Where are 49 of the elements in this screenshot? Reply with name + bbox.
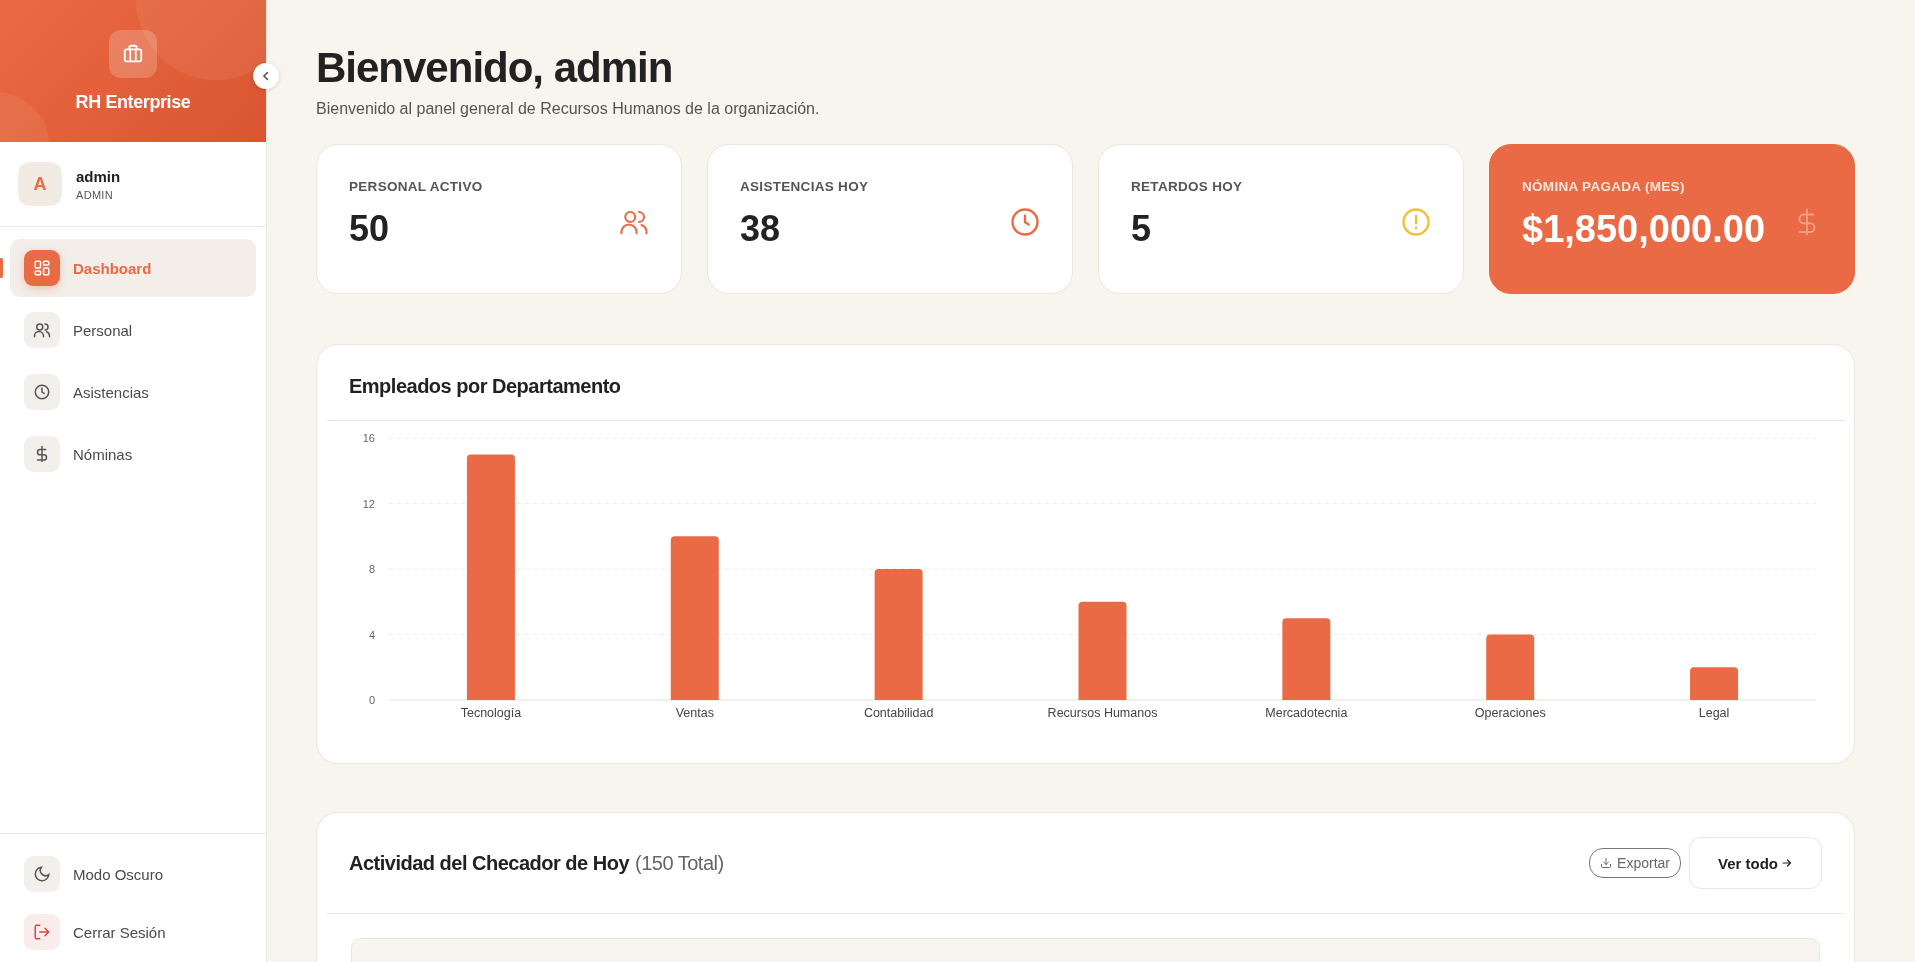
y-axis-label: 16 [362,432,375,444]
logout-icon [33,923,51,941]
activity-title: Actividad del Checador de Hoy [349,851,629,875]
sidebar-action[interactable]: Modo Oscuro [24,856,242,892]
user-role: ADMIN [76,188,114,201]
page-title: Bienvenido, admin [316,44,674,92]
chevron-left-icon [261,71,271,81]
y-axis-label: 12 [362,497,375,510]
view-all-button[interactable]: Ver todo [1689,837,1822,889]
stat-value: 50 [349,208,391,250]
y-axis-label: 0 [368,694,375,706]
user-name: admin [76,167,121,185]
page-subtitle: Bienvenido al panel general de Recursos Humanos de la organización. [316,100,821,118]
nav-item[interactable]: Asistencias [10,363,256,421]
x-axis-label: Legal [1698,706,1730,720]
stat-value: 5 [1131,208,1153,250]
brand-name: RH Enterprise [75,91,191,113]
user-avatar: A [18,162,62,206]
stat-label: NÓMINA PAGADA (MES) [1522,179,1686,194]
active-indicator [0,258,3,278]
briefcase-icon [109,29,157,78]
sidebar-action[interactable]: Cerrar Sesión [24,914,242,950]
stat-label: PERSONAL ACTIVO [349,179,483,194]
collapse-button[interactable] [253,63,279,89]
stat-label: ASISTENCIAS HOY [740,179,869,194]
stat-label: RETARDOS HOY [1131,179,1243,194]
dashboard-icon [33,259,51,277]
x-axis-label: Recursos Humanos [1047,706,1158,720]
bar [1486,634,1535,700]
x-axis-label: Contabilidad [863,706,934,720]
clock-icon [33,383,51,401]
x-axis-label: Ventas [675,706,714,720]
bar [1690,667,1739,700]
x-axis-label: Operaciones [1474,706,1546,720]
moon-icon [33,865,51,883]
users-icon [33,321,51,339]
arrow-right-icon [1781,857,1793,869]
y-axis-label: 4 [368,628,375,641]
nav-item[interactable]: Personal [10,301,256,359]
y-axis-label: 8 [368,563,375,575]
stat-value: 38 [740,208,782,250]
chart-title: Empleados por Departamento [327,345,1844,421]
x-axis-label: Tecnología [460,706,522,720]
x-axis-label: Mercadotecnia [1265,706,1348,720]
stat-value: $1,850,000.00 [1522,208,1765,251]
activity-count: (150 Total) [635,851,724,875]
nav-item[interactable]: Nóminas [10,425,256,483]
export-button[interactable]: Exportar [1589,848,1681,878]
download-icon [1600,857,1613,869]
